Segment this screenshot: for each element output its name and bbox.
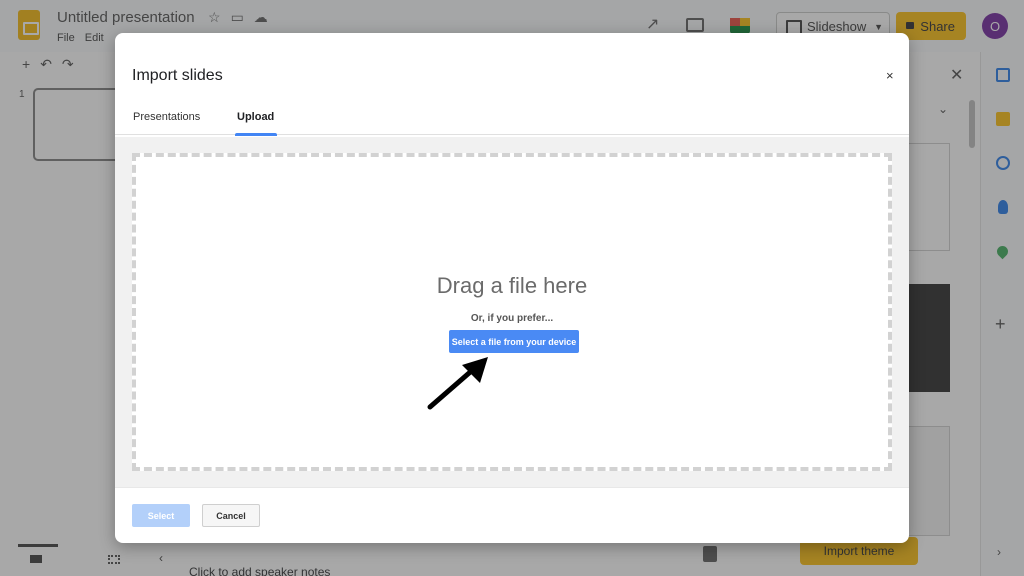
alt-prompt: Or, if you prefer... [136,313,888,324]
select-button[interactable]: Select [132,504,190,527]
tab-bar: Presentations Upload [115,105,909,135]
import-slides-dialog: Import slides × Presentations Upload Dra… [115,33,909,543]
select-file-button[interactable]: Select a file from your device [449,330,579,353]
upload-content: Drag a file here Or, if you prefer... Se… [115,137,909,487]
cancel-button[interactable]: Cancel [202,504,260,527]
drag-headline: Drag a file here [136,273,888,299]
dialog-footer: Select Cancel [115,487,909,543]
close-icon[interactable]: × [886,68,894,83]
file-drop-zone[interactable]: Drag a file here Or, if you prefer... Se… [132,153,892,471]
pointer-arrow-icon [426,355,496,411]
dialog-title: Import slides [132,67,223,85]
active-tab-indicator [235,133,277,136]
tab-presentations[interactable]: Presentations [133,111,200,123]
tab-upload[interactable]: Upload [237,111,274,123]
